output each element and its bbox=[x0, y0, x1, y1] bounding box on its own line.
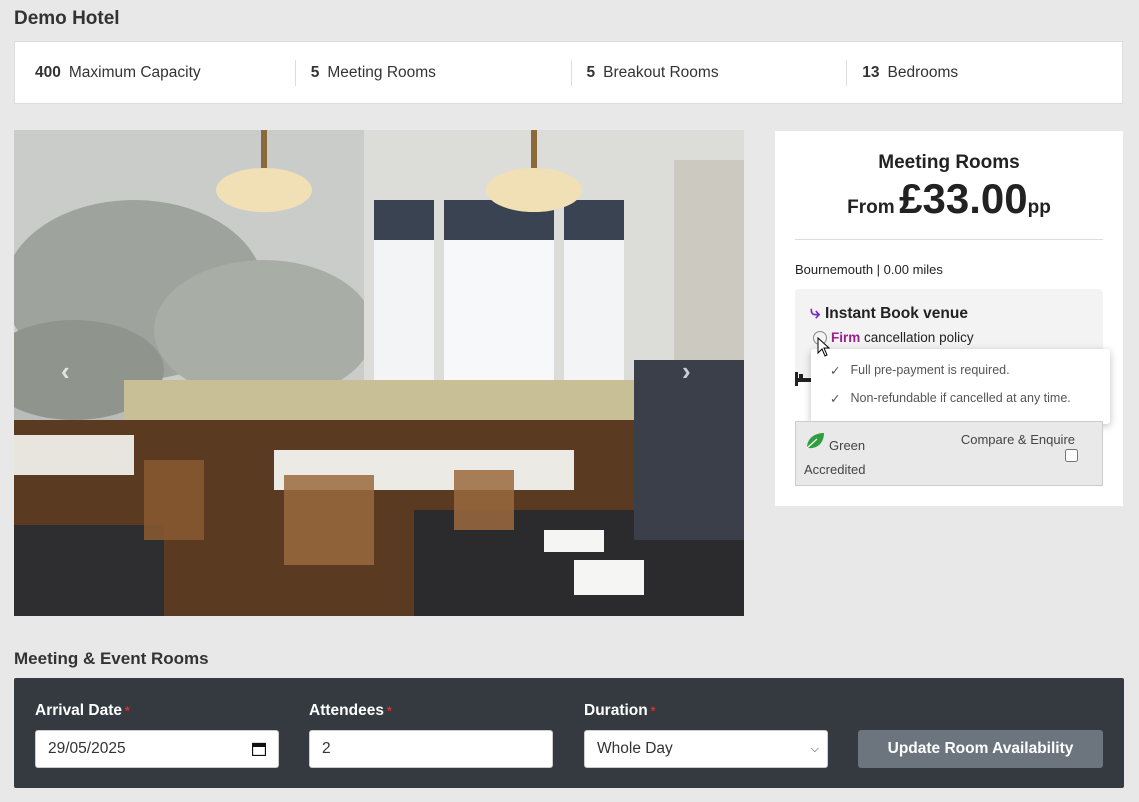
duration-label: Duration * bbox=[584, 702, 655, 720]
attendees-input[interactable]: 2 bbox=[309, 730, 553, 768]
location-text: Bournemouth | 0.00 miles bbox=[795, 262, 943, 277]
calendar-icon[interactable] bbox=[252, 742, 266, 756]
duration-value: Whole Day bbox=[597, 740, 673, 757]
pricing-title: Meeting Rooms bbox=[878, 152, 1020, 173]
policy-firm: Firm bbox=[831, 330, 861, 345]
compare-checkbox[interactable] bbox=[1065, 449, 1078, 462]
price-line: From £33.00pp bbox=[775, 175, 1123, 223]
arrival-date-input[interactable]: 29/05/2025 bbox=[35, 730, 279, 768]
stat-value: 400 bbox=[35, 63, 61, 81]
green-accredited-label: Green Accredited bbox=[804, 438, 866, 477]
divider bbox=[795, 239, 1103, 240]
stat-label: Bedrooms bbox=[887, 63, 959, 81]
arrival-date-value: 29/05/2025 bbox=[48, 740, 126, 757]
stat-value: 5 bbox=[586, 63, 596, 81]
check-icon: ✓ bbox=[830, 392, 841, 406]
tooltip-item: ✓ Full pre-payment is required. bbox=[830, 363, 1010, 378]
stat-value: 5 bbox=[310, 63, 320, 81]
instant-book-label: Instant Book venue bbox=[825, 305, 968, 322]
room-search-form: Arrival Date * 29/05/2025 Attendees * 2 Du… bbox=[14, 678, 1124, 788]
page-title: Demo Hotel bbox=[14, 8, 120, 29]
price-from-label: From bbox=[847, 197, 895, 218]
required-mark: * bbox=[386, 704, 392, 718]
venue-photo bbox=[14, 130, 744, 616]
tooltip-item: ✓ Non-refundable if cancelled at any tim… bbox=[830, 391, 1071, 406]
stat-bedrooms: 13 Bedrooms bbox=[846, 59, 1122, 86]
green-accredited-box: Green Accredited Compare & Enquire bbox=[795, 421, 1103, 486]
tooltip-text: Full pre-payment is required. bbox=[850, 363, 1010, 377]
compare-enquire-label: Compare & Enquire bbox=[960, 432, 1075, 447]
duration-label-text: Duration bbox=[584, 702, 648, 719]
required-mark: * bbox=[125, 704, 130, 718]
attendees-label-text: Attendees bbox=[309, 702, 384, 719]
carousel-next-icon[interactable]: › bbox=[682, 356, 691, 387]
stat-label: Meeting Rooms bbox=[327, 63, 436, 81]
stat-label: Breakout Rooms bbox=[603, 63, 719, 81]
chevron-down-icon[interactable]: ⌵ bbox=[811, 743, 819, 756]
update-availability-button[interactable]: Update Room Availability bbox=[858, 730, 1103, 768]
attendees-value: 2 bbox=[322, 740, 331, 757]
price-unit: pp bbox=[1027, 197, 1051, 218]
stat-label: Maximum Capacity bbox=[68, 63, 201, 81]
carousel-prev-icon[interactable]: ‹ bbox=[61, 356, 70, 387]
policy-tooltip: ✓ Full pre-payment is required. ✓ Non-re… bbox=[811, 349, 1110, 424]
stat-capacity: 400 Maximum Capacity bbox=[15, 60, 295, 86]
arrival-date-label: Arrival Date * bbox=[35, 702, 130, 720]
stat-meeting-rooms: 5 Meeting Rooms bbox=[294, 59, 571, 86]
check-icon: ✓ bbox=[830, 364, 841, 378]
cancellation-policy: Firm cancellation policy bbox=[831, 330, 974, 345]
bed-icon bbox=[795, 372, 811, 386]
stat-value: 13 bbox=[862, 63, 880, 81]
stat-breakout-rooms: 5 Breakout Rooms bbox=[570, 59, 847, 86]
required-mark: * bbox=[650, 704, 656, 718]
arrival-label-text: Arrival Date bbox=[35, 702, 123, 719]
attendees-label: Attendees * bbox=[309, 702, 392, 720]
duration-select[interactable]: Whole Day ⌵ bbox=[584, 730, 828, 768]
tooltip-text: Non-refundable if cancelled at any time. bbox=[850, 391, 1071, 405]
stats-bar: 400 Maximum Capacity 5 Meeting Rooms 5 B… bbox=[14, 41, 1123, 104]
lightning-icon: ⤷ bbox=[810, 302, 821, 322]
venue-photo-carousel[interactable]: ‹ › bbox=[14, 130, 744, 616]
policy-rest: cancellation policy bbox=[860, 330, 974, 345]
meeting-section-title: Meeting & Event Rooms bbox=[14, 649, 209, 668]
mouse-cursor-icon bbox=[817, 337, 831, 357]
price-amount: £33.00 bbox=[899, 175, 1028, 222]
